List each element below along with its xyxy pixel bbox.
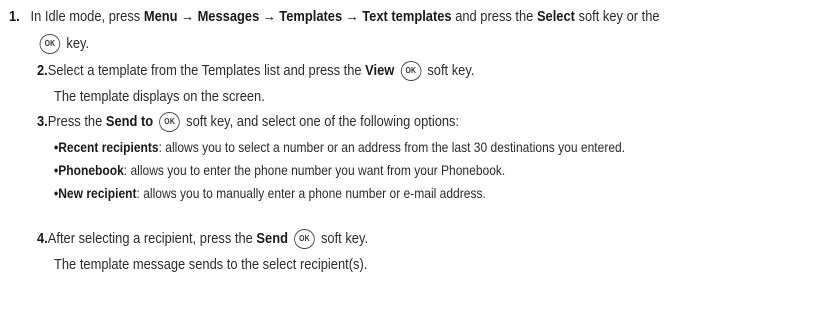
ok-key-glyph: OK: [44, 39, 56, 49]
step-4-text: After selecting a recipient, press the: [47, 230, 257, 247]
step-1-text-c: soft key or the: [574, 8, 660, 25]
option-label: Recent recipients: [58, 139, 159, 155]
send-to-key-label: Send to: [105, 113, 154, 130]
option-phonebook: •Phonebook: allows you to enter the phon…: [54, 160, 579, 180]
option-new-recipient: •New recipient: allows you to manually e…: [54, 183, 556, 203]
ok-key-icon: OK: [400, 61, 422, 82]
step-2-line: 2.Select a template from the Templates l…: [37, 61, 546, 82]
ok-key-glyph: OK: [405, 66, 417, 76]
step-4-number: 4.: [37, 230, 48, 247]
option-label: Phonebook: [58, 162, 124, 178]
step-3-text: Press the: [47, 113, 106, 130]
step-2-text: Select a template from the Templates lis…: [47, 62, 366, 79]
send-key-label: Send: [256, 230, 288, 247]
ok-key-glyph: OK: [164, 117, 175, 127]
step-1-text: In Idle mode, press: [30, 8, 144, 25]
ok-key-icon: OK: [294, 229, 315, 250]
step-3-line: 3.Press the Send to OK soft key, and sel…: [37, 112, 528, 133]
step-2-result-text: The template displays on the screen.: [54, 88, 265, 105]
step-4-result-text: The template message sends to the select…: [54, 256, 368, 273]
option-desc: : allows you to enter the phone number y…: [123, 162, 506, 178]
step-4-text-b: soft key.: [320, 230, 369, 247]
step-1-line: 1. In Idle mode, press Menu → Messages →…: [9, 7, 765, 27]
step-4-result: The template message sends to the select…: [54, 255, 418, 275]
menu-path: Menu → Messages → Templates → Text templ…: [143, 8, 452, 25]
option-desc: : allows you to select a number or an ad…: [158, 139, 626, 155]
ok-key-icon: OK: [159, 112, 180, 133]
step-2-result: The template displays on the screen.: [54, 87, 299, 107]
step-4-line: 4.After selecting a recipient, press the…: [37, 229, 422, 250]
step-1-text-d: key.: [66, 35, 90, 52]
step-3-text-b: soft key, and select one of the followin…: [186, 113, 460, 130]
ok-key-icon: OK: [39, 34, 61, 55]
select-key-label: Select: [536, 8, 575, 25]
option-label: New recipient: [58, 185, 137, 201]
step-2-text-b: soft key.: [427, 62, 475, 79]
step-1-number: 1.: [9, 8, 20, 25]
step-1-text-b: and press the: [451, 8, 537, 25]
option-desc: : allows you to manually enter a phone n…: [136, 185, 486, 201]
view-key-label: View: [365, 62, 395, 79]
option-recent-recipients: •Recent recipients: allows you to select…: [54, 137, 718, 157]
step-3-number: 3.: [37, 113, 48, 130]
step-1-line-2: OK key.: [37, 34, 98, 55]
step-2-number: 2.: [37, 62, 48, 79]
ok-key-glyph: OK: [299, 234, 310, 244]
